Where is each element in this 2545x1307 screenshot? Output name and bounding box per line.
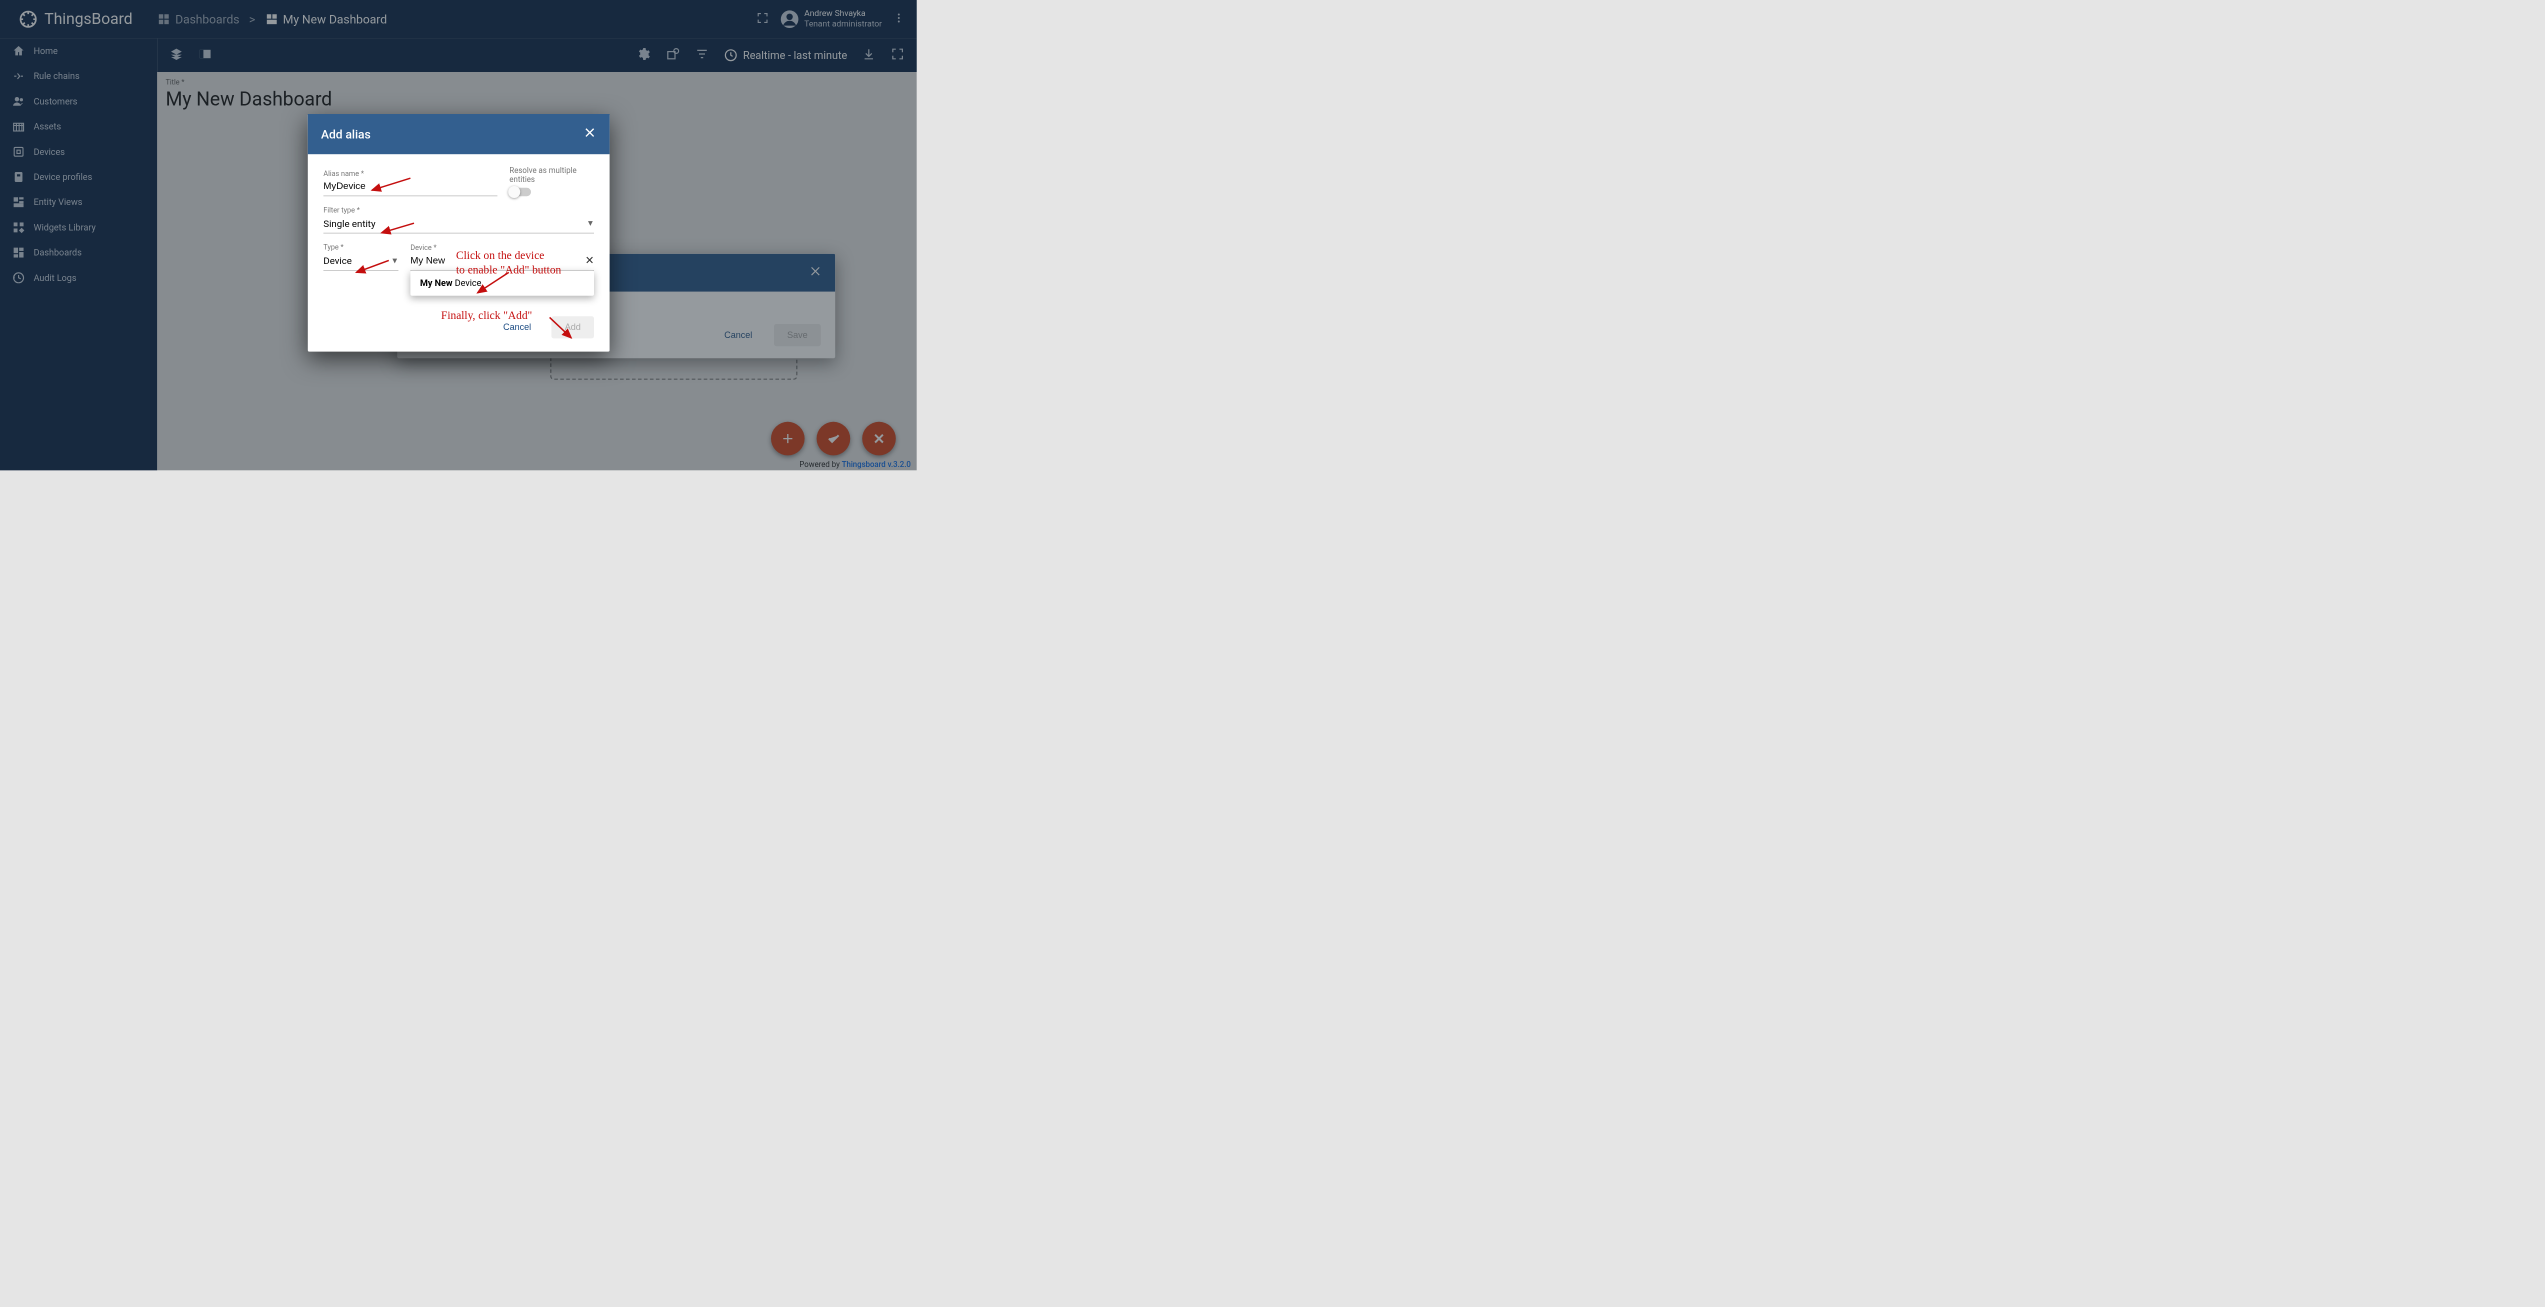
type-label: Type * [323,243,398,251]
filter-type-select[interactable]: Single entity [323,215,594,233]
clear-input-icon[interactable]: ✕ [585,254,594,267]
close-add-alias-button[interactable] [583,126,596,142]
annotation-click-device: Click on the deviceto enable "Add" butto… [456,249,561,277]
annotation-finally-click: Finally, click "Add" [441,309,532,323]
add-alias-title: Add alias [321,127,371,141]
resolve-multiple-label: Resolve as multiple entities [509,166,594,184]
resolve-multiple-toggle[interactable] [509,188,531,196]
filter-type-label: Filter type * [323,206,594,214]
